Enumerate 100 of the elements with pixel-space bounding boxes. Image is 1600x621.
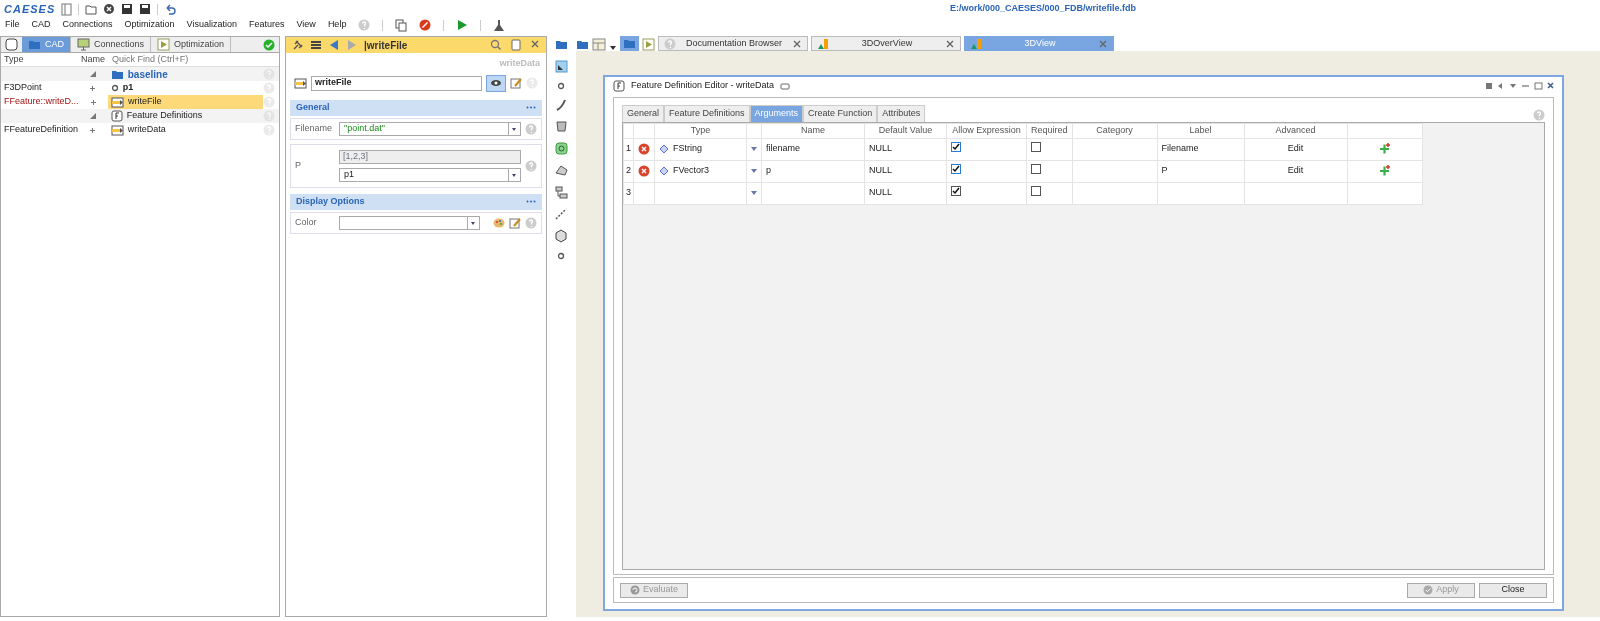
menu-item[interactable]: Optimization bbox=[124, 18, 175, 32]
expand-plus-icon[interactable] bbox=[89, 84, 97, 92]
search-icon[interactable] bbox=[490, 39, 502, 51]
expand-arrow-icon[interactable] bbox=[88, 112, 97, 120]
field-label: Color bbox=[295, 215, 318, 229]
table-cell[interactable]: FVector3 bbox=[654, 160, 747, 182]
stop-icon[interactable] bbox=[419, 19, 432, 31]
section-header[interactable]: Display Options bbox=[290, 193, 542, 210]
undo-icon[interactable] bbox=[164, 3, 177, 15]
box-icon[interactable] bbox=[554, 229, 568, 243]
checkbox[interactable] bbox=[951, 142, 961, 153]
dialog-tab[interactable]: Attributes bbox=[877, 105, 926, 122]
curve-icon[interactable] bbox=[555, 99, 567, 111]
save-icon[interactable] bbox=[121, 3, 134, 15]
menu-item[interactable]: Connections bbox=[62, 18, 113, 32]
solid-icon[interactable] bbox=[554, 164, 568, 177]
expand-plus-icon[interactable] bbox=[89, 98, 97, 106]
dialog-title: Feature Definition Editor - writeData bbox=[631, 79, 775, 93]
edit-link[interactable]: Edit bbox=[1244, 160, 1348, 182]
close-icon[interactable] bbox=[945, 38, 955, 49]
dialog-tab[interactable]: General bbox=[622, 105, 665, 122]
menu-item[interactable]: File bbox=[5, 18, 20, 32]
section-header[interactable]: General bbox=[290, 99, 542, 116]
folder-icon[interactable] bbox=[554, 38, 568, 51]
combo-field[interactable]: "point.dat" bbox=[339, 121, 521, 136]
page-icon[interactable] bbox=[510, 39, 522, 51]
close-icon[interactable] bbox=[103, 3, 116, 15]
table-cell: p bbox=[761, 160, 865, 182]
panel-icon[interactable] bbox=[61, 2, 73, 16]
edit-link[interactable]: Edit bbox=[1244, 138, 1348, 160]
table-cell[interactable]: FString bbox=[654, 138, 747, 160]
diamond-icon bbox=[659, 165, 669, 176]
view-tab[interactable]: 3DOverView bbox=[811, 36, 961, 51]
palette-icon[interactable] bbox=[493, 216, 505, 229]
connector-icon[interactable] bbox=[554, 186, 568, 199]
select-icon[interactable] bbox=[554, 60, 568, 73]
combo-field[interactable] bbox=[339, 215, 480, 230]
surface-icon[interactable] bbox=[554, 120, 568, 133]
satellite-icon[interactable] bbox=[292, 39, 304, 51]
window-controls-icon[interactable] bbox=[1486, 81, 1554, 91]
expand-arrow-icon[interactable] bbox=[88, 70, 97, 78]
column-header: Type bbox=[3, 52, 25, 66]
p-icon[interactable] bbox=[5, 38, 18, 51]
close-icon[interactable] bbox=[792, 38, 802, 49]
dialog-tab[interactable]: Feature Definitions bbox=[664, 105, 750, 122]
visibility-button[interactable] bbox=[486, 74, 506, 92]
back-arrow-icon[interactable] bbox=[328, 39, 340, 51]
vector-preview-field: [1,2,3] bbox=[339, 149, 521, 164]
checkbox[interactable] bbox=[1031, 185, 1041, 196]
expand-plus-icon[interactable] bbox=[89, 126, 97, 134]
help-icon bbox=[664, 37, 676, 50]
name-field[interactable]: writeFile bbox=[311, 75, 482, 91]
save-icon[interactable] bbox=[139, 3, 152, 15]
table-cell: filename bbox=[761, 138, 865, 160]
add-icon[interactable] bbox=[1378, 142, 1392, 156]
folder-icon[interactable] bbox=[85, 2, 98, 16]
menu-item[interactable]: Help bbox=[327, 18, 347, 32]
menu-item[interactable]: Features bbox=[249, 18, 285, 32]
more-icon[interactable] bbox=[526, 106, 536, 109]
dot-icon[interactable] bbox=[557, 82, 565, 90]
ring-surface-icon[interactable] bbox=[554, 142, 568, 155]
play-box-icon bbox=[157, 38, 171, 51]
play-icon[interactable] bbox=[456, 19, 469, 31]
tree-item[interactable]: writeFile bbox=[108, 95, 263, 109]
pin-icon[interactable] bbox=[780, 81, 791, 91]
close-icon[interactable] bbox=[530, 39, 540, 49]
checkbox[interactable] bbox=[951, 164, 961, 175]
tree-item[interactable]: p1 bbox=[107, 81, 263, 95]
dialog-tab[interactable]: Create Function bbox=[803, 105, 878, 122]
copy-icon[interactable] bbox=[395, 18, 408, 32]
dot-icon[interactable] bbox=[557, 252, 565, 260]
menu-item[interactable]: Visualization bbox=[186, 18, 237, 32]
menu-item[interactable]: View bbox=[296, 18, 316, 32]
view-tab[interactable]: Documentation Browser bbox=[658, 36, 808, 51]
pencil-icon[interactable] bbox=[510, 77, 522, 89]
row-number: 1 bbox=[623, 138, 634, 160]
row-number: 3 bbox=[623, 182, 634, 204]
tree-item[interactable]: writeData bbox=[107, 123, 263, 137]
diamond-icon bbox=[659, 143, 669, 154]
more-icon[interactable] bbox=[526, 200, 536, 203]
dropdown-icon[interactable] bbox=[751, 146, 757, 151]
bar-chart-icon bbox=[817, 37, 829, 50]
play-box-icon[interactable] bbox=[642, 38, 655, 51]
table-cell: NULL bbox=[864, 138, 947, 160]
pencil-icon[interactable] bbox=[509, 216, 521, 229]
checkbox[interactable] bbox=[1031, 163, 1041, 174]
dropdown-icon[interactable] bbox=[751, 190, 757, 195]
checkbox[interactable] bbox=[1031, 141, 1041, 152]
type-label: F3DPoint bbox=[3, 81, 43, 95]
add-icon[interactable] bbox=[1378, 164, 1392, 178]
funnel-icon[interactable] bbox=[493, 18, 506, 32]
list-icon[interactable] bbox=[310, 39, 322, 51]
combo-field[interactable]: p1 bbox=[339, 167, 521, 182]
help-icon bbox=[263, 110, 275, 122]
field-label: Filename bbox=[295, 121, 333, 135]
menu-item[interactable]: CAD bbox=[31, 18, 51, 32]
checkbox[interactable] bbox=[951, 186, 961, 197]
dialog-button[interactable]: Close bbox=[1479, 582, 1547, 598]
dropdown-icon[interactable] bbox=[751, 168, 757, 173]
dotted-line-icon[interactable] bbox=[555, 208, 567, 220]
